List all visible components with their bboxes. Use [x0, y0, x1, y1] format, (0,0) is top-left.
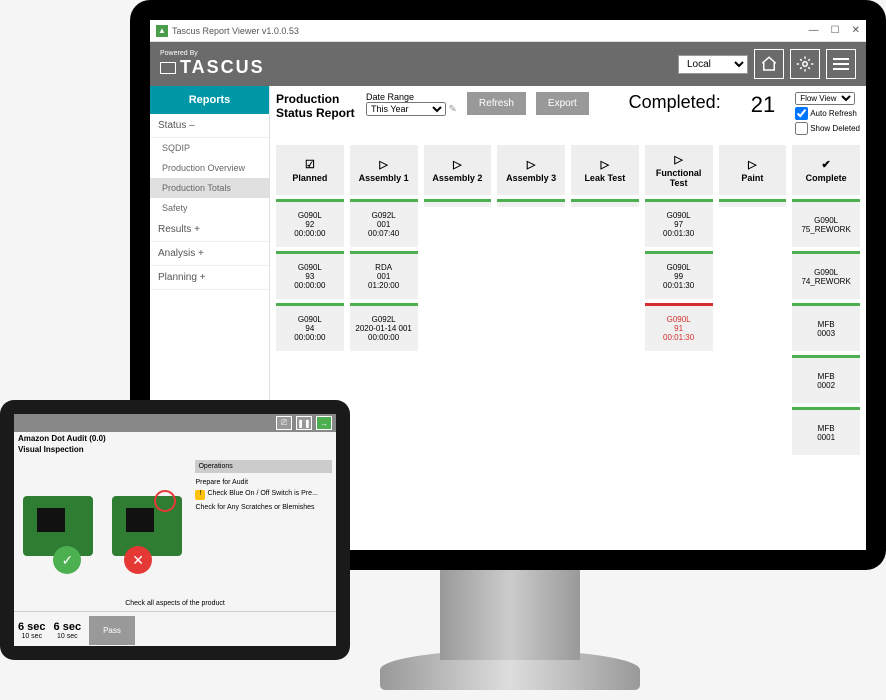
app-icon: ▲: [156, 25, 168, 37]
job-card[interactable]: G090L9700:01:30: [645, 199, 713, 247]
stage-paint: ▷Paint: [719, 145, 787, 195]
pcb-fail-image: [112, 496, 182, 556]
report-title: Production Status Report: [276, 92, 356, 120]
window-titlebar: ▲ Tascus Report Viewer v1.0.0.53 — ☐ ✕: [150, 20, 866, 42]
stage-functional-test: ▷Functional Test: [645, 145, 713, 195]
play-icon: ▷: [674, 153, 682, 166]
job-card[interactable]: MFB0001: [792, 407, 860, 455]
close-button[interactable]: ✕: [852, 25, 860, 36]
check-icon: ✔: [822, 158, 831, 171]
play-icon: ▷: [601, 158, 609, 171]
minimize-button[interactable]: —: [809, 25, 819, 36]
job-card[interactable]: G092L2020-01-14 00100:00:00: [350, 303, 418, 351]
tablet-pause-button[interactable]: ❚❚: [296, 416, 312, 430]
show-deleted-checkbox[interactable]: Show Deleted: [795, 122, 860, 135]
operations-header: Operations: [195, 460, 332, 473]
location-select[interactable]: Local: [678, 55, 748, 74]
play-icon: ▷: [527, 158, 535, 171]
powered-by-label: Powered By: [160, 50, 198, 57]
timer-2: 6 sec10 sec: [54, 621, 82, 640]
tablet-instruction-text: Check all aspects of the product: [14, 596, 336, 611]
play-icon: ▷: [748, 158, 756, 171]
operation-row[interactable]: ! Check Blue On / Off Switch is Pre...: [195, 488, 332, 502]
job-card[interactable]: G090L9400:00:00: [276, 303, 344, 351]
job-card[interactable]: G090L9300:00:00: [276, 251, 344, 299]
stage-assembly-1: ▷Assembly 1: [350, 145, 418, 195]
job-card[interactable]: G092L00100:07:40: [350, 199, 418, 247]
fail-icon: ✕: [124, 546, 152, 574]
date-range-select[interactable]: This Year: [366, 102, 446, 116]
operation-row[interactable]: Prepare for Audit: [195, 477, 332, 488]
app-header: Powered By TASCUS Local: [150, 42, 866, 86]
pass-button[interactable]: Pass: [89, 616, 135, 645]
tablet-subtitle: Visual Inspection: [14, 445, 336, 456]
job-card[interactable]: G090L9200:00:00: [276, 199, 344, 247]
sidebar-item-production-overview[interactable]: Production Overview: [150, 158, 269, 178]
defect-marker-icon: [154, 490, 176, 512]
job-card-empty: [424, 199, 492, 207]
job-card-empty: [497, 199, 565, 207]
auto-refresh-checkbox[interactable]: Auto Refresh: [795, 107, 860, 120]
operations-panel: Operations Prepare for Audit ! Check Blu…: [191, 456, 336, 596]
job-card[interactable]: G090L75_REWORK: [792, 199, 860, 247]
timer-1: 6 sec10 sec: [18, 621, 46, 640]
calendar-icon: ☑: [305, 158, 315, 171]
stage-assembly-2: ▷Assembly 2: [424, 145, 492, 195]
logo: TASCUS: [160, 57, 265, 78]
stage-assembly-3: ▷Assembly 3: [497, 145, 565, 195]
logo-icon: [160, 62, 176, 74]
job-card[interactable]: RDA00101:20:00: [350, 251, 418, 299]
sidebar-group-status[interactable]: Status –: [150, 114, 269, 138]
job-card-empty: [571, 199, 639, 207]
job-card-error[interactable]: G090L9100:01:30: [645, 303, 713, 351]
edit-icon[interactable]: ✎: [449, 104, 457, 115]
job-card-empty: [719, 199, 787, 207]
operation-row[interactable]: Check for Any Scratches or Blemishes: [195, 502, 332, 513]
inspection-image-area: ✓ ✕: [14, 456, 191, 596]
home-button[interactable]: [754, 49, 784, 79]
sidebar-group-planning[interactable]: Planning +: [150, 266, 269, 290]
tablet-title: Amazon Dot Audit (0.0): [14, 432, 336, 445]
play-icon: ▷: [379, 158, 387, 171]
job-card[interactable]: G090L9900:01:30: [645, 251, 713, 299]
maximize-button[interactable]: ☐: [831, 25, 840, 36]
stage-complete: ✔Complete: [792, 145, 860, 195]
settings-button[interactable]: [790, 49, 820, 79]
window-title: Tascus Report Viewer v1.0.0.53: [172, 26, 299, 36]
sidebar-item-production-totals[interactable]: Production Totals: [150, 178, 269, 198]
view-mode-select[interactable]: Flow View: [795, 92, 855, 105]
tablet-next-button[interactable]: →: [316, 416, 332, 430]
job-card[interactable]: MFB0002: [792, 355, 860, 403]
job-card[interactable]: MFB0003: [792, 303, 860, 351]
tablet-screen-icon[interactable]: ⎚: [276, 416, 292, 430]
tablet-header: ⎚ ❚❚ →: [14, 414, 336, 432]
stage-leak-test: ▷Leak Test: [571, 145, 639, 195]
stage-row: ☑Planned G090L9200:00:00 G090L9300:00:00…: [276, 145, 860, 455]
play-icon: ▷: [453, 158, 461, 171]
pcb-pass-image: [23, 496, 93, 556]
export-button[interactable]: Export: [536, 92, 589, 115]
date-range-label: Date Range: [366, 92, 457, 102]
content-area: Production Status Report Date Range This…: [270, 86, 866, 550]
pass-icon: ✓: [53, 546, 81, 574]
sidebar-item-safety[interactable]: Safety: [150, 198, 269, 218]
sidebar-group-analysis[interactable]: Analysis +: [150, 242, 269, 266]
warning-icon: !: [195, 490, 205, 500]
completed-count: 21: [751, 92, 775, 118]
stage-planned: ☑Planned: [276, 145, 344, 195]
completed-label: Completed:: [629, 92, 721, 113]
refresh-button[interactable]: Refresh: [467, 92, 526, 115]
job-card[interactable]: G090L74_REWORK: [792, 251, 860, 299]
reports-tab[interactable]: Reports: [150, 86, 269, 114]
sidebar-item-sqdip[interactable]: SQDIP: [150, 138, 269, 158]
menu-button[interactable]: [826, 49, 856, 79]
sidebar-group-results[interactable]: Results +: [150, 218, 269, 242]
